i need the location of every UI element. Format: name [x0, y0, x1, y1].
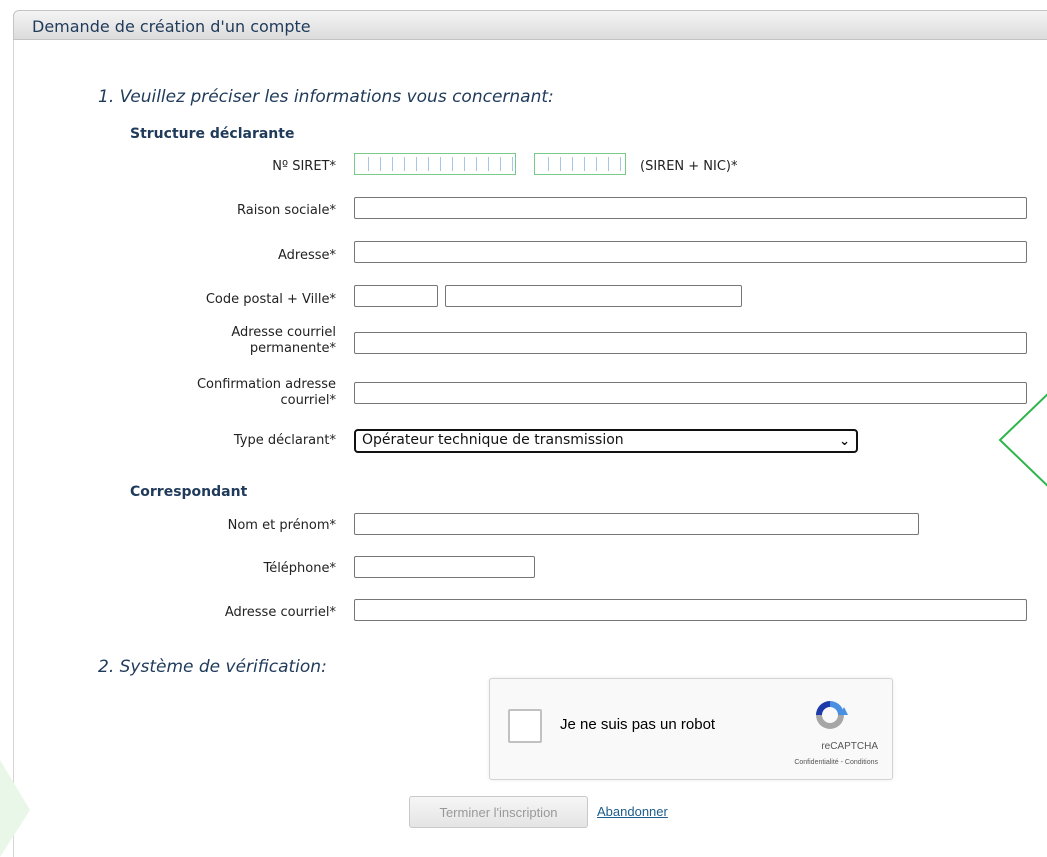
- recaptcha-legal-links[interactable]: Confidentialité - Conditions: [794, 759, 878, 766]
- siret-note: (SIREN + NIC)*: [640, 159, 738, 174]
- correspondant-group-title: Correspondant: [130, 484, 248, 500]
- structure-group-title: Structure déclarante: [130, 126, 295, 142]
- confirmation-courriel-input[interactable]: [354, 382, 1027, 404]
- telephone-input[interactable]: [354, 556, 535, 578]
- nic-input[interactable]: [534, 153, 626, 175]
- recaptcha-brand: reCAPTCHA: [821, 741, 878, 752]
- recaptcha-widget: Je ne suis pas un robot reCAPTCHA Confid…: [489, 678, 893, 780]
- raison-sociale-input[interactable]: [354, 197, 1027, 219]
- finish-registration-button[interactable]: Terminer l'inscription: [409, 796, 588, 828]
- courriel-correspondant-input[interactable]: [354, 599, 1027, 621]
- recaptcha-text: Je ne suis pas un robot: [560, 716, 716, 733]
- code-postal-input[interactable]: [354, 285, 438, 307]
- panel-header: Demande de création d'un compte: [13, 10, 1047, 40]
- siren-input[interactable]: [354, 153, 516, 175]
- section-2-title: 2. Système de vérification:: [98, 657, 327, 677]
- courriel-correspondant-label: Adresse courriel*: [224, 605, 336, 620]
- panel-title: Demande de création d'un compte: [32, 17, 311, 36]
- courriel-permanent-label: Adresse courriel permanente*: [231, 325, 336, 356]
- section-1-title: 1. Veuillez préciser les informations vo…: [98, 87, 554, 107]
- telephone-label: Téléphone*: [263, 561, 336, 576]
- abandon-link[interactable]: Abandonner: [597, 804, 668, 819]
- type-declarant-label: Type déclarant*: [233, 433, 336, 448]
- nom-prenom-input[interactable]: [354, 513, 919, 535]
- chevron-down-icon: ⌄: [839, 434, 850, 449]
- raison-sociale-label: Raison sociale*: [237, 203, 336, 218]
- siret-label: Nº SIRET*: [272, 159, 336, 174]
- code-postal-ville-label: Code postal + Ville*: [205, 292, 336, 307]
- adresse-input[interactable]: [354, 241, 1027, 263]
- type-declarant-value: Opérateur technique de transmission: [362, 432, 624, 448]
- adresse-label: Adresse*: [277, 248, 336, 263]
- confirmation-courriel-label: Confirmation adresse courriel*: [196, 377, 336, 408]
- recaptcha-checkbox[interactable]: [508, 709, 542, 743]
- panel-border: [13, 40, 14, 857]
- decorative-corner-icon: [0, 760, 30, 857]
- decorative-chevron-icon: [998, 393, 1047, 487]
- courriel-permanent-input[interactable]: [354, 332, 1027, 354]
- account-request-page: Demande de création d'un compte 1. Veuil…: [0, 0, 1047, 857]
- type-declarant-select[interactable]: Opérateur technique de transmission ⌄: [354, 429, 858, 453]
- nom-prenom-label: Nom et prénom*: [227, 518, 336, 533]
- ville-input[interactable]: [445, 285, 742, 307]
- recaptcha-logo-icon: [816, 701, 848, 729]
